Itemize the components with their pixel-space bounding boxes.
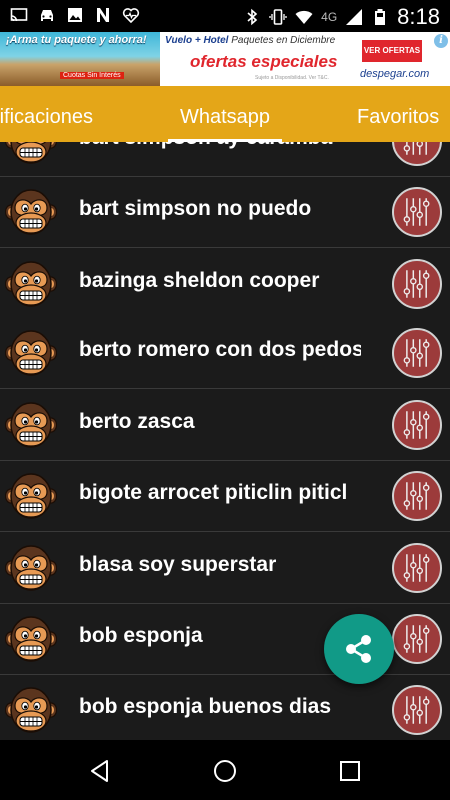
list-item[interactable]: blasa soy superstar (0, 533, 450, 604)
list-item-title: berto zasca (79, 410, 195, 433)
monkey-icon (5, 544, 57, 592)
bluetooth-icon (247, 8, 258, 26)
monkey-icon (5, 615, 57, 663)
monkey-icon (5, 260, 57, 308)
list-item[interactable]: bazinga sheldon cooper (0, 249, 450, 320)
equalizer-icon[interactable] (392, 400, 442, 450)
equalizer-icon[interactable] (392, 685, 442, 735)
equalizer-icon[interactable] (392, 614, 442, 664)
list-item-title: blasa soy superstar (79, 553, 277, 576)
list-item-title: bart simpson ay caramba (79, 142, 361, 150)
ad-headline: Vuelo + Hotel Paquetes en Diciembre (165, 35, 335, 46)
equalizer-icon[interactable] (392, 142, 442, 166)
ad-top-line-sub: Paquetes en Diciembre (231, 35, 336, 46)
ad-banner[interactable]: ¡Arma tu paquete y ahorra! Cuotas Sin In… (0, 32, 450, 86)
monkey-icon (5, 329, 57, 377)
ad-cta-button[interactable]: VER OFERTAS (362, 40, 422, 62)
tab-favoritos[interactable]: Favoritos (357, 106, 439, 129)
clock: 8:18 (397, 4, 440, 29)
monkey-icon (5, 472, 57, 520)
recents-icon[interactable] (337, 758, 363, 784)
list-item-title: bob esponja (79, 624, 203, 647)
home-icon[interactable] (212, 758, 238, 784)
wifi-icon (295, 10, 313, 24)
equalizer-icon[interactable] (392, 543, 442, 593)
list-item-title: bob esponja buenos dias (79, 695, 332, 718)
ad-fineprint: Sujeto a Disponibilidad. Ver T&C. (255, 75, 329, 81)
battery-icon (375, 9, 386, 25)
equalizer-icon[interactable] (392, 471, 442, 521)
share-icon (346, 635, 371, 663)
ad-brand: despegar.com (360, 68, 430, 80)
cell-signal-icon (346, 9, 363, 25)
ad-cuotas-label: Cuotas Sin Interés (60, 72, 124, 79)
ad-image[interactable]: ¡Arma tu paquete y ahorra! Cuotas Sin In… (0, 32, 160, 86)
monkey-icon (5, 142, 57, 165)
list-item[interactable]: bart simpson no puedo (0, 177, 450, 248)
equalizer-icon[interactable] (392, 187, 442, 237)
ad-info-icon[interactable]: i (434, 34, 448, 48)
vibrate-icon (269, 9, 287, 25)
n-icon (97, 8, 109, 22)
tab-bar: Notificaciones Whatsapp Favoritos (0, 86, 450, 142)
monkey-icon (5, 188, 57, 236)
list-item-title: bart simpson no puedo (79, 197, 312, 220)
status-bar: 4G 8:18 (0, 0, 450, 32)
list-item[interactable]: bart simpson ay caramba (0, 142, 450, 177)
navigation-bar (0, 740, 450, 800)
equalizer-icon[interactable] (392, 328, 442, 378)
monkey-icon (5, 401, 57, 449)
list-item[interactable]: berto zasca (0, 390, 450, 461)
ad-top-line: Vuelo + Hotel (165, 35, 229, 46)
cast-icon (10, 8, 28, 22)
network-type-label: 4G (321, 10, 338, 24)
list-item[interactable]: bigote arrocet piticlin piticl (0, 461, 450, 532)
image-icon (68, 8, 82, 22)
list-item[interactable]: bob esponja buenos dias (0, 675, 450, 740)
back-icon[interactable] (87, 758, 113, 784)
car-icon (41, 10, 53, 21)
monkey-icon (5, 686, 57, 734)
list-item-title: berto romero con dos pedos (79, 338, 361, 361)
share-button[interactable] (324, 614, 394, 684)
list-item-title: bigote arrocet piticlin piticl (79, 481, 348, 504)
ad-slogan: ¡Arma tu paquete y ahorra! (6, 34, 147, 46)
list-item[interactable]: berto romero con dos pedos (0, 318, 450, 389)
equalizer-icon[interactable] (392, 259, 442, 309)
ad-offers-text: ofertas especiales (190, 52, 338, 71)
heart-pulse-icon (122, 8, 140, 24)
list-item-title: bazinga sheldon cooper (79, 269, 320, 292)
